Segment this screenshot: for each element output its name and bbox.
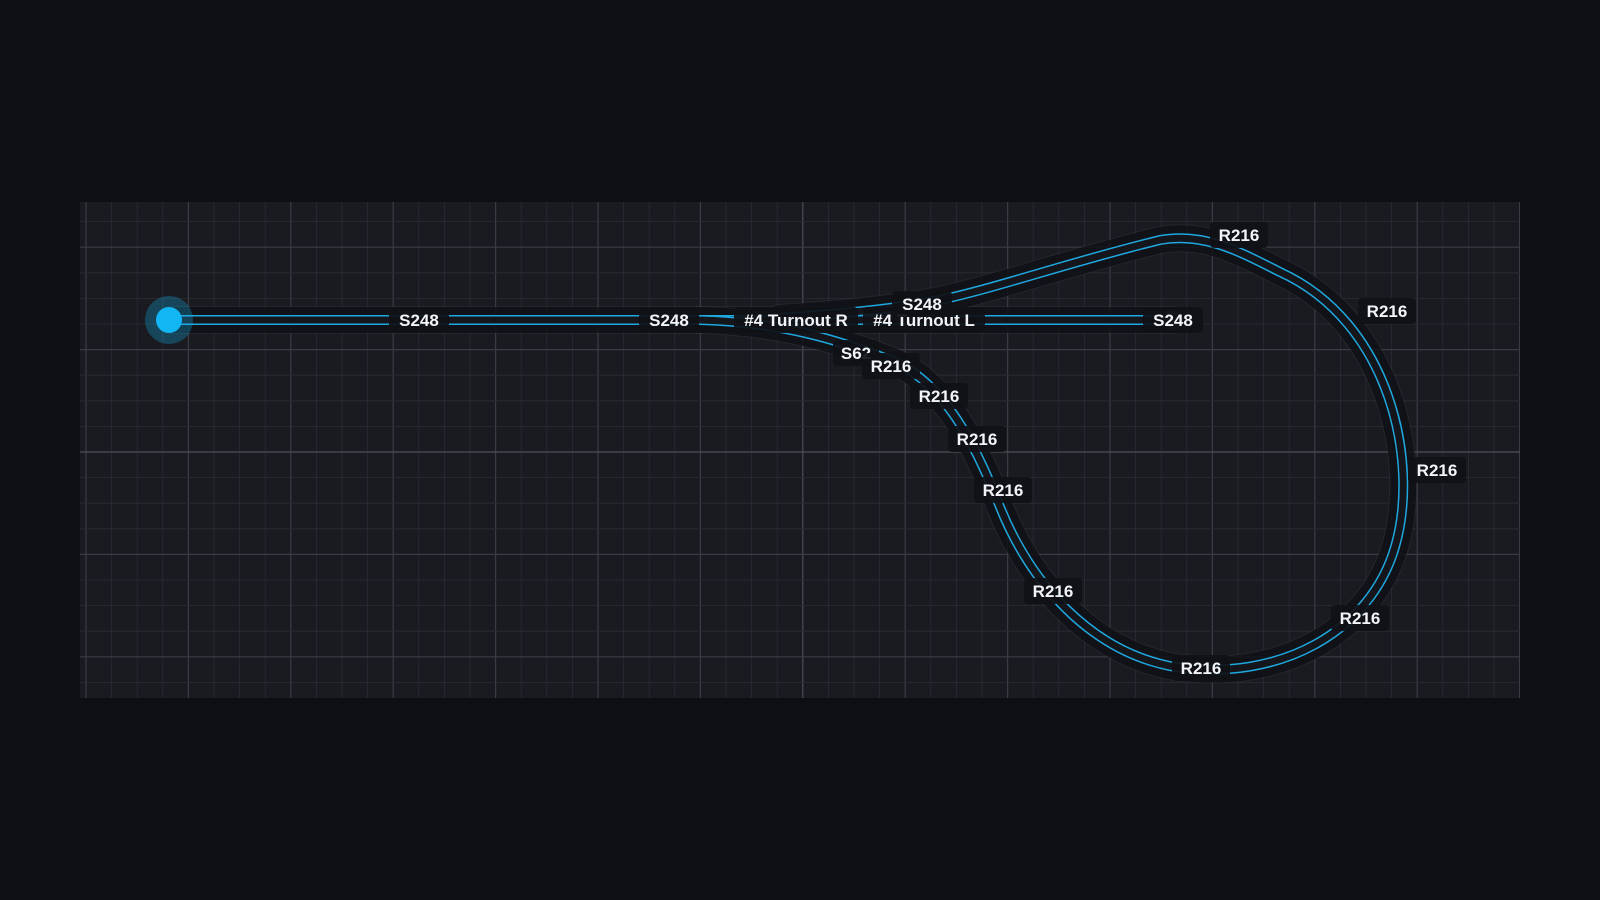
- piece-label-text: S248: [399, 311, 439, 330]
- piece-label-text: S248: [649, 311, 689, 330]
- piece-label-text: R216: [983, 481, 1024, 500]
- piece-label-text: R216: [1340, 609, 1381, 628]
- piece-label-text: R216: [1219, 226, 1260, 245]
- piece-label-r216-6[interactable]: R216: [1172, 655, 1230, 681]
- piece-label-r216-1[interactable]: R216: [862, 353, 920, 379]
- piece-label-r216-8[interactable]: R216: [1408, 457, 1466, 483]
- layout-canvas[interactable]: S248 S248 #4 Turnout R #4 Turnout L S248…: [80, 202, 1520, 698]
- piece-label-r216-10[interactable]: R216: [1210, 222, 1268, 248]
- piece-label-text: R216: [919, 387, 960, 406]
- piece-label-s248-b[interactable]: S248: [639, 307, 699, 333]
- track-layout-svg[interactable]: S248 S248 #4 Turnout R #4 Turnout L S248…: [80, 202, 1520, 698]
- piece-label-text: S248: [902, 295, 942, 314]
- piece-label-text: S248: [1153, 311, 1193, 330]
- piece-label-s248-d[interactable]: S248: [892, 291, 952, 317]
- piece-label-text: R216: [1367, 302, 1408, 321]
- piece-label-r216-7[interactable]: R216: [1331, 605, 1389, 631]
- piece-label-turnout-r[interactable]: #4 Turnout R: [734, 307, 858, 333]
- piece-label-text: #4 Turnout R: [744, 311, 848, 330]
- piece-label-r216-2[interactable]: R216: [910, 383, 968, 409]
- piece-label-text: R216: [871, 357, 912, 376]
- piece-label-text: R216: [1417, 461, 1458, 480]
- piece-label-s248-c[interactable]: S248: [1143, 307, 1203, 333]
- track-planner-app: S248 S248 #4 Turnout R #4 Turnout L S248…: [0, 0, 1600, 900]
- piece-label-text: R216: [1181, 659, 1222, 678]
- piece-label-text: R216: [1033, 582, 1074, 601]
- piece-label-r216-3[interactable]: R216: [948, 426, 1006, 452]
- piece-label-text: R216: [957, 430, 998, 449]
- piece-label-r216-9[interactable]: R216: [1358, 298, 1416, 324]
- piece-label-r216-4[interactable]: R216: [974, 477, 1032, 503]
- start-node[interactable]: [156, 307, 182, 333]
- piece-label-r216-5[interactable]: R216: [1024, 578, 1082, 604]
- piece-label-s248-a[interactable]: S248: [389, 307, 449, 333]
